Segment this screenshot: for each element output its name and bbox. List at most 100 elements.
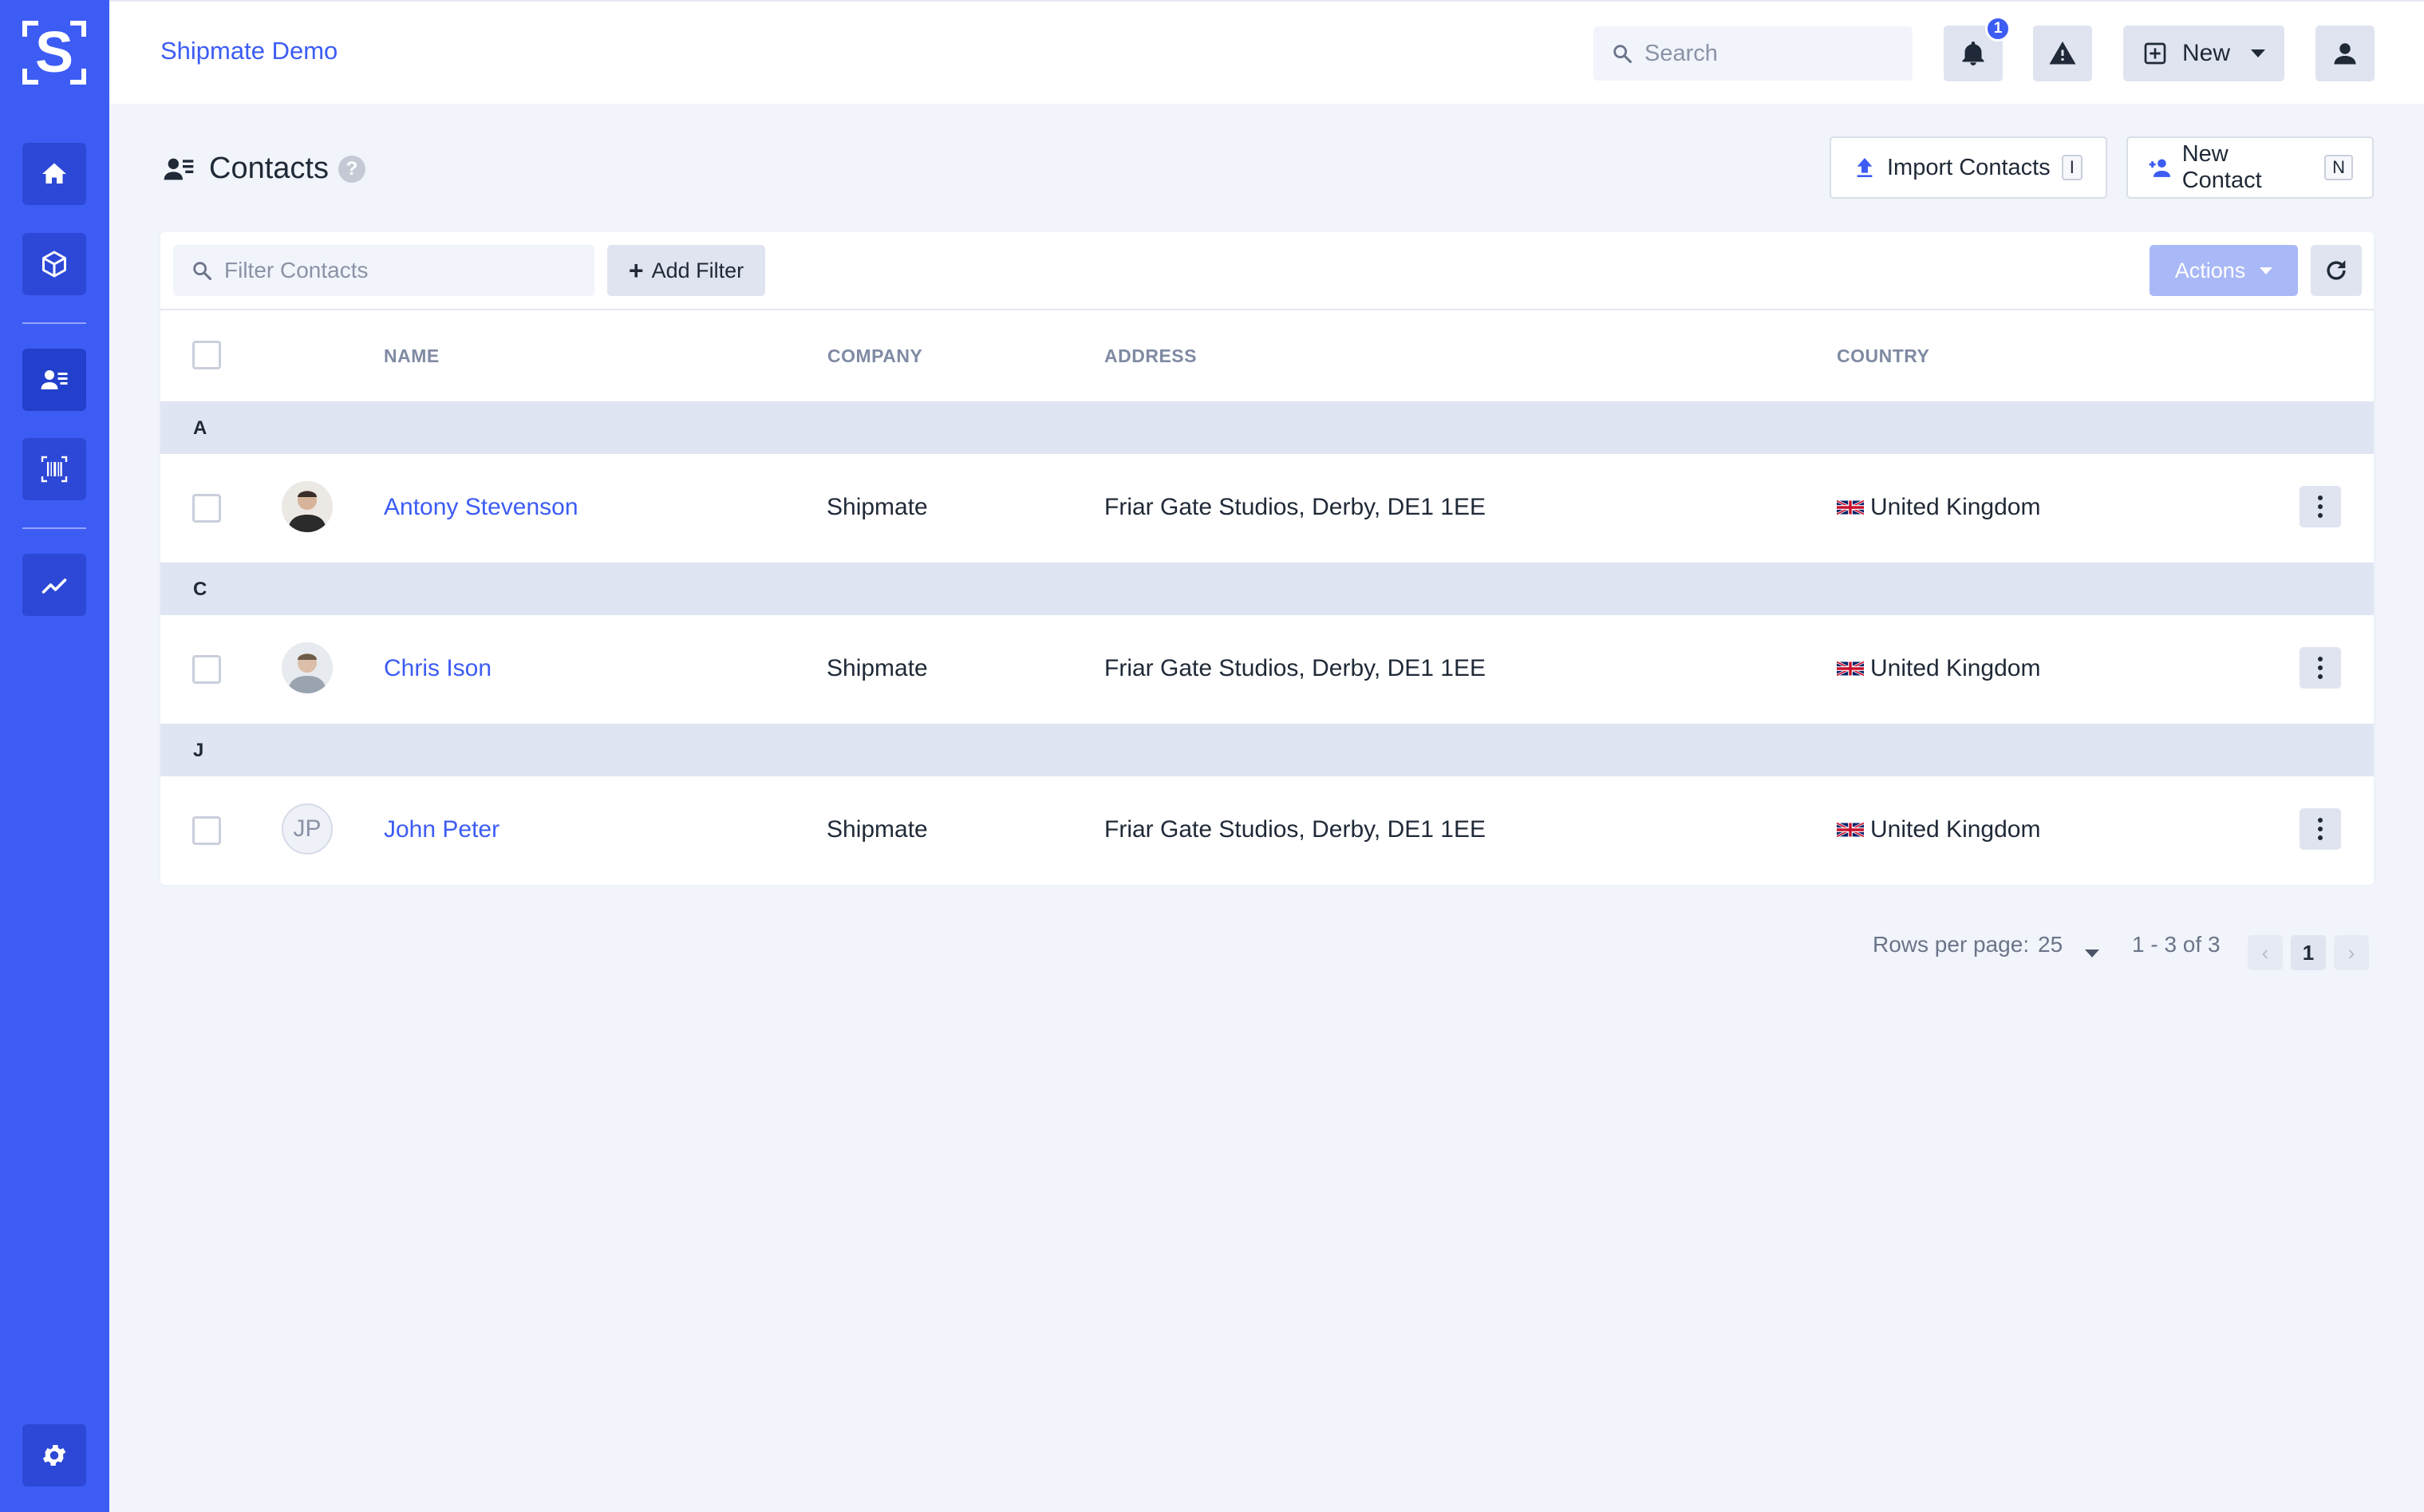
settings-icon: [42, 1444, 66, 1467]
rows-per-page-select[interactable]: 25: [2038, 932, 2063, 957]
help-icon[interactable]: ?: [338, 155, 365, 183]
group-letter: C: [193, 578, 207, 600]
table-row[interactable]: Chris Ison Shipmate Friar Gate Studios, …: [160, 615, 2374, 724]
filter-contacts-input[interactable]: [224, 258, 575, 283]
add-filter-label: Add Filter: [651, 258, 744, 282]
country-name: United Kingdom: [1870, 655, 2041, 681]
notification-badge: 1: [1985, 16, 2011, 41]
actions-dropdown-button[interactable]: Actions: [2150, 245, 2298, 296]
row-menu-button[interactable]: [2300, 808, 2341, 850]
avatar-photo: [282, 481, 333, 532]
table-row[interactable]: Antony Stevenson Shipmate Friar Gate Stu…: [160, 454, 2374, 563]
group-letter: A: [193, 417, 207, 439]
contacts-table-card: + Add Filter Actions NAME COMPANY ADDRES…: [160, 232, 2374, 885]
rows-per-page-label: Rows per page:: [1873, 932, 2030, 957]
avatar: [282, 642, 333, 693]
contacts-icon: [41, 370, 68, 389]
pagination-range: 1 - 3 of 3: [2132, 932, 2221, 957]
column-header-address[interactable]: ADDRESS: [1104, 345, 1197, 367]
row-checkbox[interactable]: [192, 655, 221, 684]
avatar: JP: [282, 803, 333, 855]
search-icon: [193, 262, 212, 281]
chevron-down-icon: [2251, 49, 2265, 57]
sidebar-item-settings[interactable]: [22, 1424, 86, 1486]
search-input[interactable]: [1644, 40, 1900, 67]
sidebar: S: [0, 0, 109, 1512]
row-menu-button[interactable]: [2300, 486, 2341, 527]
user-menu-button[interactable]: [2315, 26, 2375, 81]
column-header-country[interactable]: COUNTRY: [1837, 345, 1929, 367]
country-name: United Kingdom: [1870, 494, 2041, 520]
add-filter-button[interactable]: + Add Filter: [607, 245, 765, 296]
uk-flag-icon: [1837, 821, 1864, 839]
import-contacts-label: Import Contacts: [1887, 154, 2051, 180]
contacts-icon: [164, 158, 194, 180]
address-cell: Friar Gate Studios, Derby, DE1 1EE: [1104, 655, 1486, 681]
company-cell: Shipmate: [827, 655, 928, 681]
group-header: J: [160, 724, 2374, 776]
new-contact-label: New Contact: [2181, 141, 2262, 193]
sidebar-item-analytics[interactable]: [22, 554, 86, 616]
group-header: C: [160, 563, 2374, 615]
country-name: United Kingdom: [1870, 816, 2041, 843]
analytics-icon: [41, 578, 67, 594]
table-row[interactable]: JP John Peter Shipmate Friar Gate Studio…: [160, 776, 2374, 885]
add-user-icon: [2149, 159, 2171, 177]
sidebar-item-scan[interactable]: [22, 438, 86, 500]
search-icon: [1613, 45, 1632, 64]
row-checkbox[interactable]: [192, 494, 221, 523]
shipmate-logo[interactable]: S: [22, 21, 86, 85]
column-header-name[interactable]: NAME: [384, 345, 440, 367]
sidebar-divider: [22, 322, 86, 324]
notifications-button[interactable]: 1: [1944, 16, 2011, 81]
sidebar-item-contacts[interactable]: [22, 349, 86, 411]
plus-icon: +: [628, 255, 644, 285]
top-bar: Shipmate Demo 1 New: [109, 0, 2424, 104]
address-cell: Friar Gate Studios, Derby, DE1 1EE: [1104, 816, 1486, 843]
import-shortcut-key: I: [2061, 155, 2083, 180]
company-cell: Shipmate: [827, 816, 928, 843]
previous-page-button[interactable]: ‹: [2248, 935, 2283, 970]
refresh-button[interactable]: [2311, 245, 2362, 296]
avatar-photo: [282, 642, 333, 693]
import-contacts-button[interactable]: Import Contacts I: [1830, 136, 2107, 199]
filter-bar: + Add Filter Actions: [160, 232, 2374, 310]
next-page-button[interactable]: ›: [2334, 935, 2369, 970]
app-title[interactable]: Shipmate Demo: [160, 37, 338, 65]
row-menu-button[interactable]: [2300, 647, 2341, 689]
country-cell: United Kingdom: [1837, 655, 2040, 682]
bell-icon: [1962, 41, 1984, 65]
user-icon: [2334, 43, 2356, 65]
upload-icon: [1857, 158, 1873, 177]
chevron-down-icon: [2260, 266, 2273, 274]
group-header: A: [160, 401, 2374, 454]
column-header-company[interactable]: COMPANY: [827, 345, 922, 367]
table-header: NAME COMPANY ADDRESS COUNTRY: [160, 310, 2374, 401]
contact-name-link[interactable]: John Peter: [384, 816, 499, 843]
row-checkbox[interactable]: [192, 816, 221, 845]
global-search[interactable]: [1593, 26, 1913, 81]
company-cell: Shipmate: [827, 494, 928, 520]
contact-name-link[interactable]: Chris Ison: [384, 655, 492, 682]
filter-contacts-field[interactable]: [173, 245, 594, 296]
sidebar-item-home[interactable]: [22, 143, 86, 205]
sidebar-divider: [22, 527, 86, 529]
uk-flag-icon: [1837, 499, 1864, 516]
refresh-icon: [2327, 260, 2346, 280]
home-icon: [42, 163, 66, 184]
group-letter: J: [193, 740, 204, 761]
new-dropdown-button[interactable]: New: [2123, 26, 2284, 81]
uk-flag-icon: [1837, 660, 1864, 677]
avatar: [282, 481, 333, 532]
new-contact-button[interactable]: New Contact N: [2126, 136, 2374, 199]
select-all-checkbox[interactable]: [192, 341, 221, 369]
page-button-current[interactable]: 1: [2291, 935, 2326, 970]
add-box-icon: [2144, 42, 2166, 65]
page-header: Contacts ?: [163, 152, 365, 186]
alerts-button[interactable]: [2033, 26, 2092, 81]
warning-icon: [2049, 41, 2076, 65]
country-cell: United Kingdom: [1837, 494, 2040, 521]
contact-name-link[interactable]: Antony Stevenson: [384, 494, 578, 521]
sidebar-item-shipments[interactable]: [22, 233, 86, 295]
chevron-down-icon[interactable]: [2085, 949, 2099, 957]
